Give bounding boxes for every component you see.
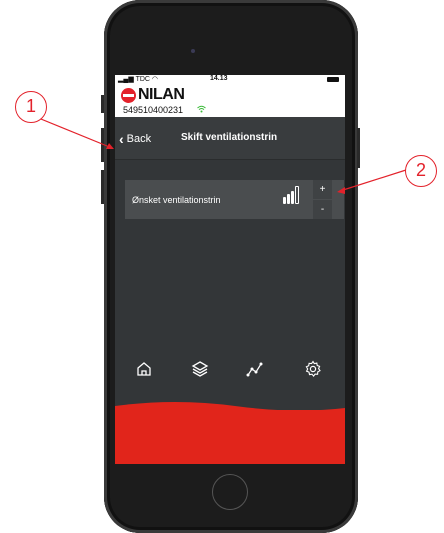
carrier-label: ▂▄▆ TDC ◠	[118, 76, 159, 83]
chevron-left-icon: ‹	[119, 131, 124, 147]
ventilation-level-label: Ønsket ventilationstrin	[132, 195, 221, 205]
phone-camera	[191, 49, 195, 53]
phone-power-button	[357, 128, 360, 168]
navigation-bar: ‹ Back Skift ventilationstrin	[115, 117, 345, 160]
ventilation-level-card: Ønsket ventilationstrin + -	[125, 180, 344, 219]
brand-header: NILAN 549510400231	[115, 84, 345, 117]
level-bar	[291, 191, 294, 204]
level-bar	[295, 186, 299, 204]
bottom-tab-bar	[115, 410, 345, 464]
callout-2: 2	[405, 155, 437, 187]
connection-wifi-icon	[197, 105, 206, 115]
status-bar: ▂▄▆ TDC ◠ 14.13	[115, 75, 345, 84]
back-label: Back	[126, 133, 152, 145]
back-button[interactable]: ‹ Back	[119, 131, 151, 147]
ventilation-level-indicator	[283, 186, 299, 204]
level-bar	[287, 194, 290, 204]
settings-gear-icon[interactable]	[304, 360, 322, 378]
layers-icon[interactable]	[191, 360, 209, 378]
nilan-logo-mark-icon	[121, 87, 136, 103]
phone-mute-switch	[101, 95, 104, 113]
signal-icon: ▂▄▆	[118, 76, 134, 83]
decrease-level-button[interactable]: -	[313, 200, 332, 219]
status-time: 14.13	[210, 75, 228, 82]
ventilation-level-stepper: + -	[313, 180, 332, 219]
page-title: Skift ventilationstrin	[181, 132, 278, 143]
nilan-logo: NILAN	[121, 86, 185, 103]
device-id: 549510400231	[123, 105, 184, 115]
phone-volume-up	[101, 128, 104, 162]
phone-home-button[interactable]	[212, 474, 248, 510]
home-icon[interactable]	[135, 360, 153, 378]
app-screen: ▂▄▆ TDC ◠ 14.13 NILAN 549510400231 ‹ Bac…	[115, 75, 345, 464]
phone-volume-down	[101, 170, 104, 204]
callout-1: 1	[15, 91, 47, 123]
graph-icon[interactable]	[246, 360, 264, 378]
battery-icon	[327, 77, 339, 82]
level-bar	[283, 197, 286, 204]
status-wifi-icon: ◠	[151, 76, 159, 83]
increase-level-button[interactable]: +	[313, 180, 332, 199]
